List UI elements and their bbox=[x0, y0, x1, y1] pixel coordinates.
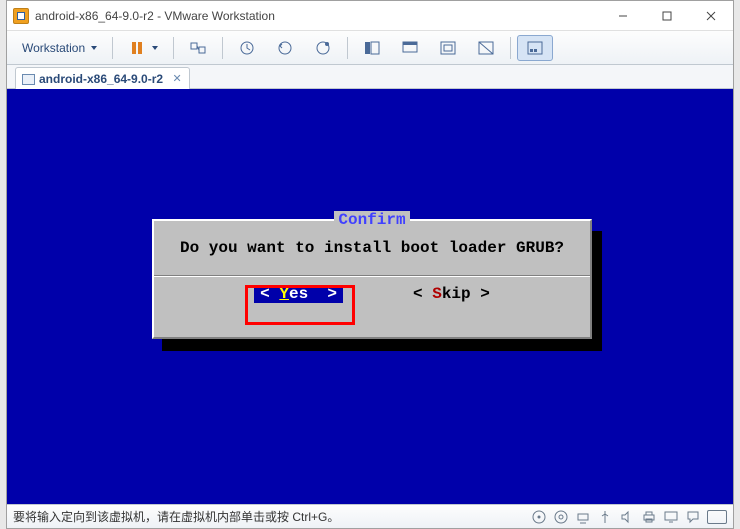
message-icon[interactable] bbox=[685, 509, 701, 525]
workstation-menu-label: Workstation bbox=[22, 41, 85, 55]
snapshot-manager-button[interactable] bbox=[305, 35, 341, 61]
status-text: 要将输入定向到该虚拟机，请在虚拟机内部单击或按 Ctrl+G。 bbox=[13, 508, 531, 525]
snapshot-revert-icon bbox=[276, 39, 294, 57]
send-ctrl-alt-del-button[interactable] bbox=[180, 35, 216, 61]
pause-icon bbox=[128, 39, 146, 57]
snapshot-take-button[interactable] bbox=[229, 35, 265, 61]
display-icon[interactable] bbox=[663, 509, 679, 525]
vm-tab-label: android-x86_64-9.0-r2 bbox=[39, 72, 163, 86]
sound-icon[interactable] bbox=[619, 509, 635, 525]
vm-tab-icon bbox=[22, 73, 34, 85]
dropdown-caret-icon bbox=[152, 46, 158, 50]
snapshot-revert-button[interactable] bbox=[267, 35, 303, 61]
input-indicator[interactable] bbox=[707, 510, 727, 524]
pause-button[interactable] bbox=[119, 35, 167, 61]
titlebar: android-x86_64-9.0-r2 - VMware Workstati… bbox=[7, 1, 733, 31]
fullscreen-button[interactable] bbox=[430, 35, 466, 61]
snapshot-manager-icon bbox=[314, 39, 332, 57]
dialog-message: Do you want to install boot loader GRUB? bbox=[154, 221, 590, 269]
cdrom-icon[interactable] bbox=[553, 509, 569, 525]
separator bbox=[112, 37, 113, 59]
show-library-icon bbox=[363, 39, 381, 57]
separator bbox=[173, 37, 174, 59]
skip-button[interactable]: < Skip > bbox=[413, 285, 490, 303]
show-library-button[interactable] bbox=[354, 35, 390, 61]
window-title: android-x86_64-9.0-r2 - VMware Workstati… bbox=[35, 9, 601, 23]
printer-icon[interactable] bbox=[641, 509, 657, 525]
fullscreen-icon bbox=[439, 39, 457, 57]
unity-button[interactable] bbox=[468, 35, 504, 61]
maximize-button[interactable] bbox=[645, 2, 689, 30]
app-window: android-x86_64-9.0-r2 - VMware Workstati… bbox=[6, 0, 734, 529]
send-keys-icon bbox=[189, 39, 207, 57]
separator bbox=[510, 37, 511, 59]
workstation-menu[interactable]: Workstation bbox=[13, 35, 106, 61]
status-bar: 要将输入定向到该虚拟机，请在虚拟机内部单击或按 Ctrl+G。 bbox=[7, 504, 733, 528]
app-icon bbox=[13, 8, 29, 24]
status-icons bbox=[531, 509, 727, 525]
yes-button[interactable]: < Yes > bbox=[254, 285, 343, 303]
dropdown-caret-icon bbox=[91, 46, 97, 50]
disk-icon[interactable] bbox=[531, 509, 547, 525]
show-console-button[interactable] bbox=[392, 35, 428, 61]
thumbnail-bar-button[interactable] bbox=[517, 35, 553, 61]
snapshot-take-icon bbox=[238, 39, 256, 57]
thumbnail-bar-icon bbox=[526, 39, 544, 57]
unity-icon bbox=[477, 39, 495, 57]
separator bbox=[222, 37, 223, 59]
tab-close-button[interactable]: ✕ bbox=[171, 73, 183, 85]
show-console-icon bbox=[401, 39, 419, 57]
toolbar: Workstation bbox=[7, 31, 733, 65]
confirm-dialog: Confirm Do you want to install boot load… bbox=[152, 219, 592, 339]
usb-icon[interactable] bbox=[597, 509, 613, 525]
dialog-divider bbox=[154, 275, 590, 277]
separator bbox=[347, 37, 348, 59]
network-icon[interactable] bbox=[575, 509, 591, 525]
minimize-button[interactable] bbox=[601, 2, 645, 30]
vm-console[interactable]: Confirm Do you want to install boot load… bbox=[7, 89, 733, 504]
tab-strip: android-x86_64-9.0-r2 ✕ bbox=[7, 65, 733, 89]
dialog-button-row: < Yes > < Skip > bbox=[154, 285, 590, 313]
window-buttons bbox=[601, 2, 733, 30]
close-button[interactable] bbox=[689, 2, 733, 30]
vm-tab[interactable]: android-x86_64-9.0-r2 ✕ bbox=[15, 67, 190, 89]
